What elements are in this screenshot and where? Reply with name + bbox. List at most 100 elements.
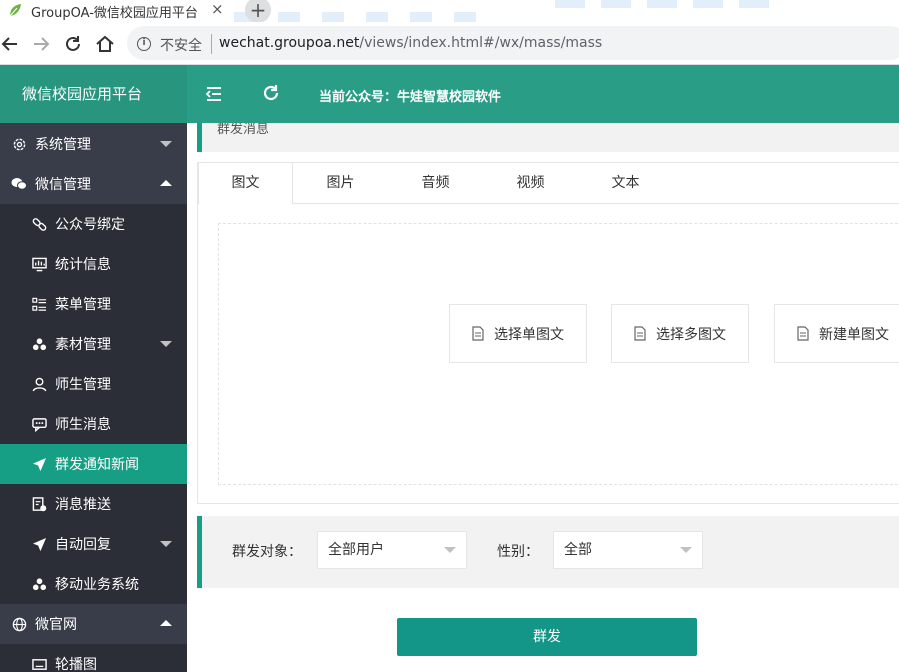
leaf-icon: [9, 4, 21, 17]
gender-select[interactable]: 全部: [553, 531, 703, 569]
refresh-icon[interactable]: [262, 84, 280, 102]
new-single-news-button[interactable]: 新建单图文: [774, 304, 899, 363]
sidebar-item-label: 师生消息: [55, 417, 111, 433]
breadcrumb: 群发消息: [197, 123, 899, 152]
wechat-icon: [11, 176, 27, 192]
sidebar-item-menu[interactable]: 菜单管理: [0, 284, 187, 324]
push-icon: [31, 496, 47, 512]
document-icon: [634, 326, 646, 341]
tab-image[interactable]: 图片: [293, 163, 388, 204]
sidebar-item-messages[interactable]: 师生消息: [0, 404, 187, 444]
chevron-down-icon: [160, 341, 172, 347]
button-label: 新建单图文: [819, 326, 889, 343]
brand-title: 微信校园应用平台: [0, 65, 187, 123]
tab-image-text[interactable]: 图文: [198, 163, 293, 205]
gender-select-value: 全部: [564, 542, 592, 558]
url-path: /views/index.html#/wx/mass/mass: [359, 35, 603, 51]
content-type-tabs: 图文 图片 音频 视频 文本 选择单图文 选择多图文 新建单图文: [197, 162, 899, 504]
send-icon: [31, 456, 47, 472]
sidebar-item-mass-news[interactable]: 群发通知新闻: [0, 444, 187, 484]
sidebar: 系统管理 微信管理 公众号绑定 统计信息 菜单管理 素材管理 师生管理 师生消息…: [0, 123, 187, 672]
document-icon: [797, 326, 809, 341]
sidebar-item-label: 自动回复: [55, 537, 111, 553]
sidebar-item-statistics[interactable]: 统计信息: [0, 244, 187, 284]
select-single-news-button[interactable]: 选择单图文: [449, 304, 587, 363]
send-button[interactable]: 群发: [397, 618, 697, 656]
url-text[interactable]: wechat.groupoa.net/views/index.html#/wx/…: [219, 35, 602, 51]
sidebar-item-label: 素材管理: [55, 337, 111, 353]
browser-tab[interactable]: GroupOA-微信校园应用平台 ×: [0, 0, 240, 22]
sidebar-item-micro-site[interactable]: 微官网: [0, 604, 187, 644]
sidebar-item-label: 师生管理: [55, 377, 111, 393]
send-filter-bar: 群发对象： 全部用户 性别： 全部: [197, 516, 899, 588]
chevron-down-icon: [160, 541, 172, 547]
sidebar-item-label: 移动业务系统: [55, 577, 139, 593]
chevron-up-icon: [160, 180, 172, 186]
sidebar-item-mobile-business[interactable]: 移动业务系统: [0, 564, 187, 604]
gear-icon: [11, 136, 27, 152]
sidebar-item-account-binding[interactable]: 公众号绑定: [0, 204, 187, 244]
security-label[interactable]: 不安全: [160, 35, 202, 55]
cubes-icon: [31, 336, 47, 352]
sidebar-item-push[interactable]: 消息推送: [0, 484, 187, 524]
sidebar-item-teachers-students[interactable]: 师生管理: [0, 364, 187, 404]
chevron-down-icon: [680, 547, 692, 553]
chart-icon: [31, 256, 47, 272]
sidebar-item-label: 菜单管理: [55, 297, 111, 313]
target-label: 群发对象：: [232, 544, 302, 560]
slideshow-icon: [31, 656, 47, 672]
sidebar-item-label: 消息推送: [55, 497, 111, 513]
sidebar-item-wechat[interactable]: 微信管理: [0, 164, 187, 204]
current-account: 当前公众号：牛娃智慧校园软件: [319, 90, 502, 105]
browser-tabbar: GroupOA-微信校园应用平台 × +: [0, 0, 899, 24]
send-icon: [31, 536, 47, 552]
app-header: 微信校园应用平台 当前公众号：牛娃智慧校园软件: [0, 65, 899, 123]
message-icon: [31, 416, 47, 432]
chevron-down-icon: [444, 547, 456, 553]
target-select[interactable]: 全部用户: [317, 531, 467, 569]
sidebar-item-carousel[interactable]: 轮播图: [0, 644, 187, 672]
chevron-up-icon: [160, 620, 172, 626]
sidebar-item-label: 轮播图: [55, 657, 97, 672]
sidebar-item-label: 系统管理: [35, 137, 91, 153]
main-content: 群发消息 图文 图片 音频 视频 文本 选择单图文 选择多图文 新建单图文 群发…: [187, 123, 899, 672]
gender-label: 性别：: [497, 544, 539, 560]
divider: [211, 34, 212, 54]
tab-header: 图文 图片 音频 视频 文本: [198, 163, 899, 205]
page-title: 群发消息: [217, 123, 270, 137]
sidebar-item-materials[interactable]: 素材管理: [0, 324, 187, 364]
close-icon[interactable]: ×: [211, 0, 224, 18]
menu-list-icon: [31, 296, 47, 312]
sidebar-item-system[interactable]: 系统管理: [0, 124, 187, 164]
sidebar-item-label: 群发通知新闻: [55, 457, 139, 473]
cubes-icon: [31, 576, 47, 592]
select-multi-news-button[interactable]: 选择多图文: [611, 304, 749, 363]
button-label: 选择单图文: [494, 326, 564, 343]
sidebar-item-label: 微信管理: [35, 177, 91, 193]
user-icon: [31, 376, 47, 392]
menu-toggle-icon[interactable]: [205, 85, 223, 103]
tab-audio[interactable]: 音频: [388, 163, 483, 204]
sidebar-item-label: 统计信息: [55, 257, 111, 273]
sidebar-item-label: 公众号绑定: [55, 217, 125, 233]
reload-icon[interactable]: [62, 33, 84, 55]
forward-icon[interactable]: [30, 33, 52, 55]
url-host: wechat.groupoa.net: [219, 35, 360, 51]
address-bar: i 不安全 wechat.groupoa.net/views/index.htm…: [0, 22, 899, 65]
target-select-value: 全部用户: [328, 542, 384, 558]
tab-text[interactable]: 文本: [578, 163, 673, 204]
home-icon[interactable]: [94, 33, 116, 55]
globe-icon: [11, 616, 27, 632]
blurred-background: [555, 0, 785, 8]
sidebar-item-label: 微官网: [35, 617, 77, 633]
info-icon[interactable]: i: [137, 37, 151, 51]
tab-title: GroupOA-微信校园应用平台: [31, 6, 198, 21]
link-icon: [31, 216, 47, 232]
button-label: 选择多图文: [656, 326, 726, 343]
back-icon[interactable]: [0, 33, 22, 55]
tab-video[interactable]: 视频: [483, 163, 578, 204]
sidebar-item-auto-reply[interactable]: 自动回复: [0, 524, 187, 564]
content-area: 选择单图文 选择多图文 新建单图文: [218, 223, 899, 485]
chevron-down-icon: [160, 141, 172, 147]
document-icon: [472, 326, 484, 341]
